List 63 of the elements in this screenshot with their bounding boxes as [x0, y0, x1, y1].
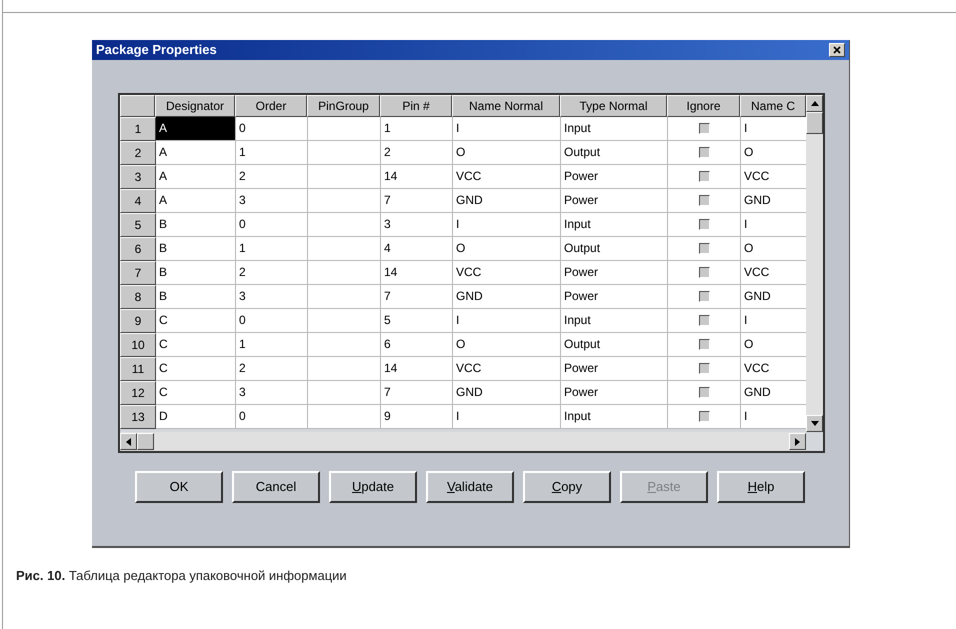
scroll-down-button[interactable]	[806, 415, 823, 432]
row-header[interactable]: 8	[120, 285, 156, 309]
table-cell: I	[453, 405, 561, 429]
row-header[interactable]: 12	[120, 381, 156, 405]
dialog-button[interactable]: Validate	[426, 471, 514, 503]
checkbox[interactable]	[698, 123, 710, 134]
row-header[interactable]: 9	[120, 309, 156, 333]
dialog-button[interactable]: OK	[135, 471, 223, 503]
checkbox[interactable]	[698, 387, 710, 398]
dialog-button[interactable]: Update	[329, 471, 417, 503]
scroll-right-button[interactable]	[789, 433, 806, 450]
column-header[interactable]: Pin #	[380, 95, 452, 117]
figure-caption: Рис. 10. Таблица редактора упаковочной информации	[16, 568, 347, 583]
table-cell: Input	[561, 405, 668, 429]
horizontal-scrollbar[interactable]	[120, 432, 806, 451]
checkbox[interactable]	[698, 339, 710, 350]
row-header[interactable]: 7	[120, 261, 156, 285]
dialog-button[interactable]: Cancel	[232, 471, 320, 503]
table-cell: A	[156, 117, 236, 141]
scroll-left-button[interactable]	[120, 433, 137, 450]
row-header[interactable]: 6	[120, 237, 156, 261]
checkbox[interactable]	[698, 219, 710, 230]
checkbox[interactable]	[698, 363, 710, 374]
scroll-up-button[interactable]	[806, 95, 823, 112]
row-header[interactable]: 10	[120, 333, 156, 357]
close-button[interactable]	[829, 43, 845, 57]
up-arrow-icon	[810, 101, 818, 106]
column-header[interactable]: Name Normal	[452, 95, 560, 117]
checkbox[interactable]	[698, 195, 710, 206]
checkbox[interactable]	[698, 315, 710, 326]
dialog-button[interactable]: Copy	[523, 471, 611, 503]
column-header[interactable]: Type Normal	[560, 95, 667, 117]
vertical-scrollbar[interactable]	[806, 95, 823, 432]
table-cell: 0	[236, 405, 308, 429]
left-arrow-icon	[126, 438, 131, 446]
column-header[interactable]: Name C	[740, 95, 806, 117]
row-header[interactable]: 13	[120, 405, 156, 429]
column-header[interactable]: Designator	[155, 95, 235, 117]
down-arrow-icon	[810, 421, 818, 426]
checkbox[interactable]	[698, 411, 710, 422]
checkbox[interactable]	[698, 147, 710, 158]
window-title: Package Properties	[96, 41, 217, 60]
column-header[interactable]: Ignore	[667, 95, 740, 117]
right-arrow-icon	[795, 438, 800, 446]
column-header[interactable]: PinGroup	[307, 95, 380, 117]
checkbox[interactable]	[698, 243, 710, 254]
row-header[interactable]: 5	[120, 213, 156, 237]
row-header[interactable]: 1	[120, 117, 156, 141]
scroll-thumb[interactable]	[806, 112, 823, 134]
dialog-button[interactable]: Help	[717, 471, 805, 503]
row-header[interactable]: 11	[120, 357, 156, 381]
close-icon	[833, 46, 841, 54]
column-header[interactable]: Order	[235, 95, 307, 117]
row-header[interactable]: 3	[120, 165, 156, 189]
scroll-thumb[interactable]	[137, 433, 154, 450]
table-cell: 9	[381, 405, 453, 429]
checkbox[interactable]	[698, 171, 710, 182]
row-header[interactable]: 2	[120, 141, 156, 165]
row-header[interactable]: 4	[120, 189, 156, 213]
checkbox[interactable]	[698, 267, 710, 278]
corner-header	[120, 95, 155, 117]
checkbox[interactable]	[698, 291, 710, 302]
table-cell: D	[156, 405, 236, 429]
